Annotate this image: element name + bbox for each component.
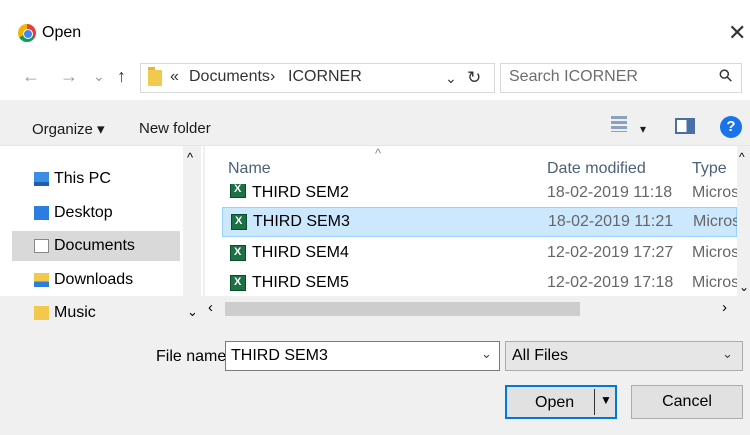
sidebar-item-label: Downloads (54, 271, 134, 288)
file-name-dropdown-icon[interactable]: ⌄ (481, 346, 492, 362)
sidebar-item-label: This PC (54, 170, 111, 187)
back-icon[interactable]: ← (22, 66, 40, 87)
file-date: 12-02-2019 17:18 (547, 274, 674, 291)
music-icon (34, 306, 49, 320)
sidebar-item-label: Music (54, 304, 96, 320)
sidebar-scroll-down-icon[interactable]: ⌄ (187, 304, 198, 320)
file-type-value[interactable]: All Files (512, 347, 568, 365)
file-date: 18-02-2019 11:18 (547, 184, 673, 200)
file-list-scroll-up-icon[interactable]: ^ (739, 150, 745, 164)
organize-button[interactable]: Organize ▾ (32, 120, 105, 138)
downloads-icon (34, 273, 49, 287)
file-type-dropdown-icon[interactable]: ⌄ (722, 346, 733, 362)
sidebar-item-downloads[interactable]: Downloads (12, 265, 180, 295)
scroll-right-icon[interactable]: › (722, 299, 727, 316)
column-header-date[interactable]: Date modified (547, 160, 646, 178)
cancel-button[interactable]: Cancel (631, 385, 743, 419)
excel-file-icon (230, 245, 246, 261)
open-button-divider (594, 389, 595, 415)
file-type: Micros (692, 184, 737, 200)
sidebar-item-desktop[interactable]: Desktop (12, 198, 180, 228)
file-name: THIRD SEM4 (252, 244, 349, 261)
help-icon[interactable]: ? (720, 116, 742, 138)
sidebar-item-label: Documents (54, 237, 135, 254)
file-name-value[interactable]: THIRD SEM3 (231, 347, 328, 365)
file-type: Micros (693, 213, 741, 230)
excel-file-icon (231, 214, 247, 230)
sidebar-item-documents[interactable]: Documents (12, 231, 180, 261)
recent-locations-icon[interactable]: ⌄ (93, 68, 105, 85)
file-row[interactable]: THIRD SEM4 12-02-2019 17:27 Micros (222, 239, 740, 269)
sidebar-item-this-pc[interactable]: This PC (12, 164, 180, 194)
open-options-arrow-icon[interactable]: ▼ (600, 393, 612, 407)
file-list-scroll-down-icon[interactable]: ⌄ (739, 280, 749, 294)
file-type: Micros (692, 244, 740, 261)
desktop-icon (34, 206, 49, 220)
file-row[interactable]: THIRD SEM5 12-02-2019 17:18 Micros (222, 269, 740, 299)
forward-icon[interactable]: → (60, 66, 78, 87)
file-name: THIRD SEM2 (252, 184, 349, 200)
sidebar-item-label: Desktop (54, 204, 113, 221)
file-name-label: File name: (156, 348, 231, 365)
horizontal-scroll-thumb[interactable] (225, 302, 580, 316)
excel-file-icon (230, 275, 246, 291)
pc-icon (34, 172, 49, 186)
scroll-left-icon[interactable]: ‹ (208, 299, 213, 316)
open-button-label: Open (535, 394, 575, 411)
column-header-name[interactable]: Name (228, 160, 271, 178)
command-toolbar (0, 100, 750, 146)
file-date: 12-02-2019 17:27 (547, 244, 674, 261)
file-name: THIRD SEM3 (253, 213, 350, 230)
sidebar-scrollbar[interactable] (183, 146, 201, 296)
excel-file-icon (230, 184, 246, 198)
close-icon[interactable]: ✕ (728, 20, 746, 46)
file-type: Micros (692, 274, 740, 291)
title-bar (0, 0, 750, 60)
breadcrumb-icorner[interactable]: ICORNER (288, 68, 362, 86)
search-placeholder[interactable]: Search ICORNER (509, 68, 638, 86)
file-row[interactable]: THIRD SEM2 18-02-2019 11:18 Micros (222, 184, 737, 200)
view-options-arrow[interactable]: ▾ (640, 122, 646, 136)
address-dropdown-icon[interactable]: ⌄ (445, 70, 457, 87)
sort-indicator-icon: ^ (375, 146, 382, 161)
file-name: THIRD SEM5 (252, 274, 349, 291)
file-row-selected[interactable]: THIRD SEM3 18-02-2019 11:21 Micros (222, 207, 741, 237)
sidebar-item-music[interactable]: Music (12, 298, 180, 320)
file-date: 18-02-2019 11:21 (548, 213, 674, 230)
column-header-type[interactable]: Type (692, 160, 727, 178)
up-folder-icon[interactable]: ↑ (117, 66, 126, 87)
breadcrumb-separator[interactable]: › (270, 68, 275, 86)
file-list-vertical-scrollbar[interactable] (737, 146, 750, 296)
view-options-icon[interactable] (611, 116, 627, 132)
new-folder-button[interactable]: New folder (139, 120, 211, 137)
breadcrumb-documents[interactable]: Documents (189, 68, 270, 86)
folder-icon (148, 67, 162, 86)
chrome-icon (18, 24, 36, 42)
window-title: Open (42, 24, 82, 41)
documents-icon (34, 239, 49, 253)
sidebar-scroll-up-icon[interactable]: ^ (187, 150, 193, 165)
refresh-icon[interactable]: ↻ (467, 68, 481, 88)
preview-pane-icon[interactable] (675, 118, 695, 134)
breadcrumb-overflow[interactable]: « (170, 68, 179, 86)
